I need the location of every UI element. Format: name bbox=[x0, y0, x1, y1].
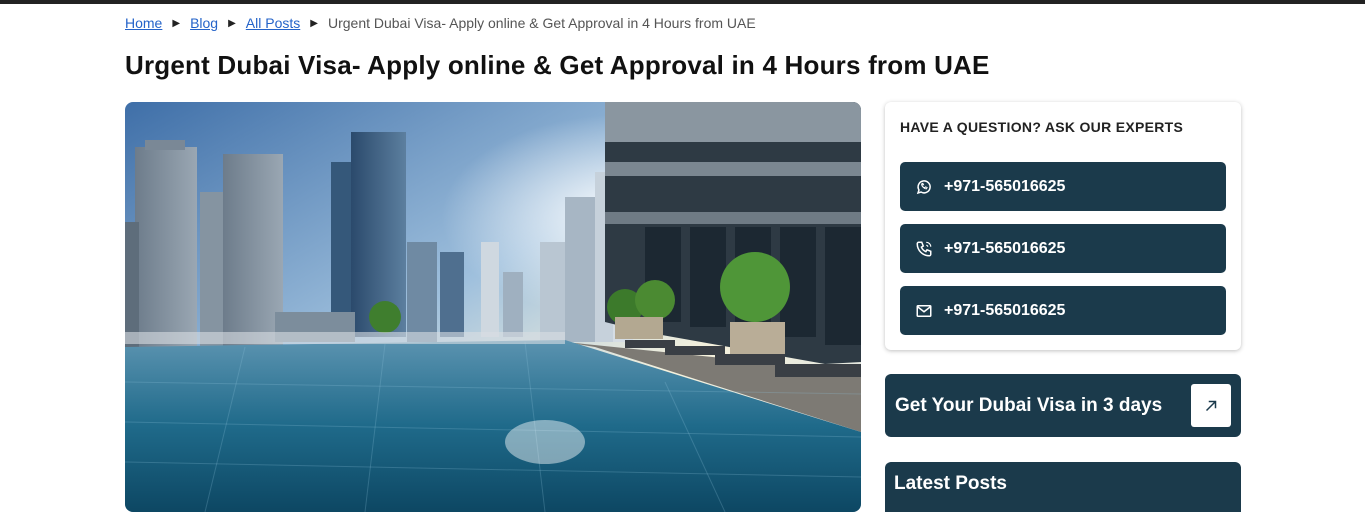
breadcrumb: Home ▶ Blog ▶ All Posts ▶ Urgent Dubai V… bbox=[125, 13, 756, 33]
chevron-right-icon: ▶ bbox=[172, 17, 181, 29]
hero-image bbox=[125, 102, 861, 512]
latest-posts-title: Latest Posts bbox=[894, 473, 1007, 494]
get-visa-cta-label: Get Your Dubai Visa in 3 days bbox=[895, 394, 1163, 416]
top-bar bbox=[0, 0, 1365, 4]
whatsapp-contact-button[interactable]: +971-565016625 bbox=[900, 162, 1226, 211]
ask-experts-card: HAVE A QUESTION? ASK OUR EXPERTS +971-56… bbox=[885, 102, 1241, 350]
chevron-right-icon: ▶ bbox=[228, 17, 236, 29]
breadcrumb-blog-link[interactable]: Blog bbox=[190, 15, 218, 31]
email-contact-label: +971-565016625 bbox=[944, 301, 1066, 319]
latest-posts-body bbox=[885, 512, 1241, 522]
phone-icon bbox=[916, 241, 932, 257]
whatsapp-icon bbox=[916, 179, 931, 194]
breadcrumb-all-posts-link[interactable]: All Posts bbox=[246, 15, 300, 31]
phone-contact-label: +971-565016625 bbox=[944, 239, 1066, 257]
page-title: Urgent Dubai Visa- Apply online & Get Ap… bbox=[125, 50, 990, 80]
email-contact-button[interactable]: +971-565016625 bbox=[900, 286, 1226, 335]
latest-posts-panel: Latest Posts bbox=[885, 462, 1241, 522]
breadcrumb-current: Urgent Dubai Visa- Apply online & Get Ap… bbox=[327, 15, 756, 31]
phone-contact-button[interactable]: +971-565016625 bbox=[900, 224, 1226, 273]
whatsapp-contact-label: +971-565016625 bbox=[944, 177, 1066, 195]
get-visa-cta-button[interactable]: Get Your Dubai Visa in 3 days bbox=[885, 374, 1241, 437]
breadcrumb-home-link[interactable]: Home bbox=[125, 15, 162, 31]
email-icon bbox=[916, 304, 932, 317]
chevron-right-icon: ▶ bbox=[310, 17, 318, 29]
arrow-up-right-icon bbox=[1191, 384, 1231, 427]
ask-experts-title: HAVE A QUESTION? ASK OUR EXPERTS bbox=[900, 119, 1184, 135]
